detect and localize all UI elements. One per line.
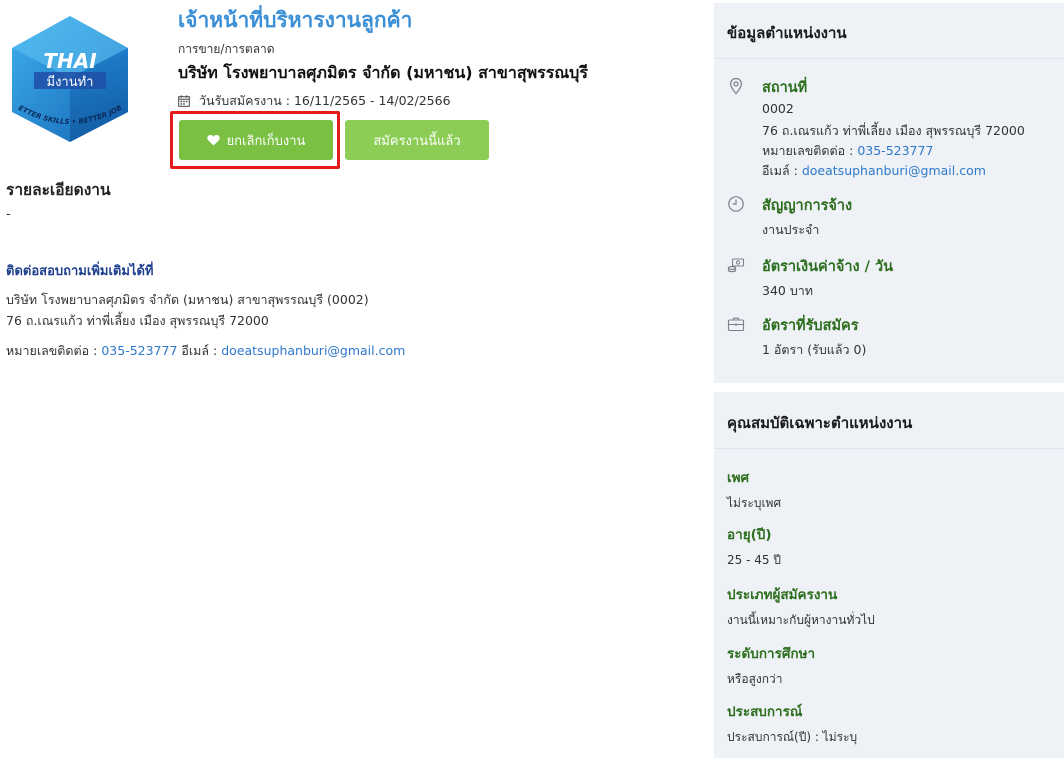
money-icon: [727, 258, 745, 273]
location-email-label: อีเมล์ :: [762, 163, 802, 178]
positions-label: อัตราที่รับสมัคร: [762, 318, 859, 334]
age-value: 25 - 45 ปี: [727, 553, 781, 567]
applicant-type-value: งานนี้เหมาะกับผู้หางานทั่วไป: [727, 613, 875, 627]
email-link[interactable]: doeatsuphanburi@gmail.com: [221, 343, 405, 358]
qualification-applicant-type: ประเภทผู้สมัครงาน งานนี้เหมาะกับผู้หางาน…: [727, 583, 875, 630]
applied-label: สมัครงานนี้แล้ว: [373, 133, 461, 149]
wage-item: อัตราเงินค่าจ้าง / วัน 340 บาท: [727, 255, 1064, 299]
divider: [714, 448, 1064, 449]
location-address: 76 ถ.เณรแก้ว ท่าพี่เลี้ยง เมือง สุพรรณบุ…: [762, 123, 1025, 138]
location-email-link[interactable]: doeatsuphanburi@gmail.com: [802, 163, 986, 178]
job-info-panel: ข้อมูลตำแหน่งงาน สถานที่ 0002 76 ถ.เณรแก…: [714, 3, 1064, 383]
contract-item: สัญญาการจ้าง งานประจำ: [727, 194, 1064, 238]
location-phone: หมายเลขติดต่อ : 035-523777: [762, 141, 933, 161]
phone-link[interactable]: 035-523777: [101, 343, 177, 358]
apply-date: วันรับสมัครงาน : 16/11/2565 - 14/02/2566: [178, 91, 451, 111]
gender-value: ไม่ระบุเพศ: [727, 496, 782, 510]
contact-phone-email: หมายเลขติดต่อ : 035-523777 อีเมล์ : doea…: [6, 341, 405, 361]
apply-date-text: วันรับสมัครงาน : 16/11/2565 - 14/02/2566: [199, 93, 451, 108]
experience-value: ประสบการณ์(ปี) : ไม่ระบุ: [727, 730, 858, 744]
phone-label: หมายเลขติดต่อ :: [6, 343, 102, 358]
contact-address: 76 ถ.เณรแก้ว ท่าพี่เลี้ยง เมือง สุพรรณบุ…: [6, 313, 269, 328]
qualification-gender: เพศ ไม่ระบุเพศ: [727, 466, 781, 513]
location-code: 0002: [762, 101, 794, 116]
location-label: สถานที่: [762, 80, 808, 96]
company-logo: THAI มีงานทำ BETTER SKILLS • BETTER JOBS: [3, 6, 134, 144]
qualification-panel: คุณสมบัติเฉพาะตำแหน่งงาน เพศ ไม่ระบุเพศ …: [714, 392, 1064, 758]
clock-icon: [728, 196, 744, 212]
positions-value: 1 อัตรา (รับแล้ว 0): [762, 342, 867, 357]
job-details-heading: รายละเอียดงาน: [6, 181, 111, 199]
job-category: การขาย/การตลาด: [178, 42, 275, 56]
job-title: เจ้าหน้าที่บริหารงานลูกค้า: [178, 8, 413, 32]
email-label: อีเมล์ :: [177, 343, 222, 358]
qualification-age: อายุ(ปี) 25 - 45 ปี: [727, 523, 781, 570]
education-value: หรือสูงกว่า: [727, 672, 783, 686]
contact-heading: ติดต่อสอบถามเพิ่มเติมได้ที่: [6, 264, 154, 279]
wage-value: 340 บาท: [762, 283, 814, 298]
divider: [714, 58, 1064, 59]
positions-item: อัตราที่รับสมัคร 1 อัตรา (รับแล้ว 0): [727, 314, 1064, 358]
education-label: ระดับการศึกษา: [727, 646, 816, 662]
qualification-experience: ประสบการณ์ ประสบการณ์(ปี) : ไม่ระบุ: [727, 700, 857, 747]
applicant-type-label: ประเภทผู้สมัครงาน: [727, 587, 838, 603]
wage-label: อัตราเงินค่าจ้าง / วัน: [762, 259, 894, 275]
unsave-job-label: ยกเลิกเก็บงาน: [226, 133, 306, 149]
contract-label: สัญญาการจ้าง: [762, 198, 853, 214]
age-label: อายุ(ปี): [727, 527, 772, 543]
company-name: บริษัท โรงพยาบาลศุภมิตร จำกัด (มหาชน) สา…: [178, 63, 588, 82]
qualification-education: ระดับการศึกษา หรือสูงกว่า: [727, 642, 815, 689]
calendar-icon: [178, 95, 190, 107]
contact-company: บริษัท โรงพยาบาลศุภมิตร จำกัด (มหาชน) สา…: [6, 292, 369, 307]
applied-button[interactable]: สมัครงานนี้แล้ว: [345, 120, 489, 160]
thai-logo-icon: THAI มีงานทำ BETTER SKILLS • BETTER JOBS: [3, 6, 128, 142]
heart-icon: [206, 134, 220, 146]
contract-value: งานประจำ: [762, 222, 820, 237]
job-info-heading: ข้อมูลตำแหน่งงาน: [727, 24, 847, 42]
briefcase-icon: [727, 317, 745, 332]
svg-text:มีงานทำ: มีงานทำ: [47, 74, 94, 90]
gender-label: เพศ: [727, 470, 750, 486]
location-email: อีเมล์ : doeatsuphanburi@gmail.com: [762, 161, 986, 181]
unsave-job-button[interactable]: ยกเลิกเก็บงาน: [179, 120, 333, 160]
location-phone-label: หมายเลขติดต่อ :: [762, 143, 858, 158]
experience-label: ประสบการณ์: [727, 704, 803, 720]
svg-text:THAI: THAI: [43, 49, 97, 73]
location-item: สถานที่ 0002 76 ถ.เณรแก้ว ท่าพี่เลี้ยง เ…: [727, 76, 1064, 186]
qualification-heading: คุณสมบัติเฉพาะตำแหน่งงาน: [727, 414, 913, 432]
location-phone-link[interactable]: 035-523777: [857, 143, 933, 158]
job-details-text: -: [6, 207, 11, 222]
location-pin-icon: [729, 77, 743, 95]
